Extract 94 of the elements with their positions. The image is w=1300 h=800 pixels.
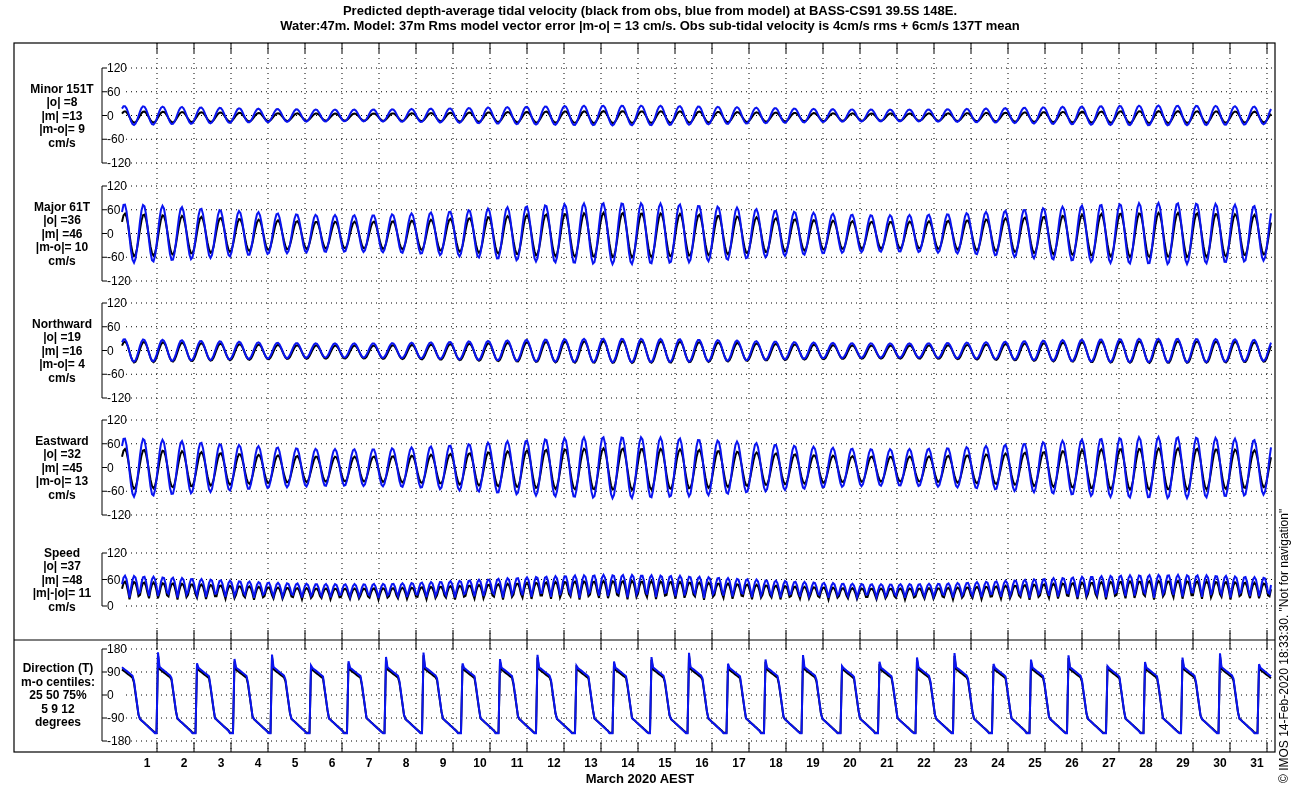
panel-label: Major 61T [34,199,90,214]
x-axis-tick-label: 2 [180,756,188,770]
x-axis-tick-label: 30 [1213,756,1227,770]
axis-tick-label: -120 [107,156,132,170]
x-axis-title: March 2020 AEST [585,771,695,786]
axis-tick-label: 0 [107,343,114,358]
x-axis-tick-label: 18 [769,756,783,770]
axis-tick-label: -120 [107,508,132,522]
axis-tick-label: 60 [107,436,121,451]
axis-tick-label: 180 [107,642,128,656]
chart-title: Predicted depth-average tidal velocity (black from obs, blue from model) at BASS-CS91 39.5S 148E. [342,3,958,18]
x-axis-tick-label: 17 [732,756,746,770]
panel-label: degrees [35,715,81,729]
axis-tick-label: -60 [107,484,125,499]
x-axis-tick-label: 7 [365,756,373,770]
x-axis-tick-label: 8 [402,756,410,770]
panel-label: |m-o|= 13 [35,474,89,488]
panel-label: |o| =8 [46,95,78,109]
x-axis-tick-label: 20 [843,756,857,770]
x-axis-tick-label: 12 [547,756,561,770]
panel-label: |m-o|= 10 [35,240,89,254]
x-axis-tick-label: 29 [1176,756,1190,770]
panel-label: m-o centiles: [21,674,95,689]
x-axis-tick-label: 10 [473,756,487,770]
panel-label: cm/s [48,370,76,385]
panel-label: |m-o|= 4 [39,357,85,371]
x-axis-tick-label: 31 [1250,756,1264,770]
x-axis-tick-label: 15 [658,756,672,770]
axis-tick-label: 0 [107,108,114,123]
axis-tick-label: 60 [107,319,121,334]
x-axis-tick-label: 22 [917,756,931,770]
axis-tick-label: -90 [107,711,125,725]
x-axis-tick-label: 19 [806,756,820,770]
axis-tick-label: -180 [107,734,132,748]
axis-tick-label: 120 [107,413,128,427]
axis-tick-label: -60 [107,367,125,382]
x-axis-tick-label: 24 [991,756,1005,770]
panel-label: |m| =16 [41,343,83,358]
panel-label: |m| =13 [41,108,83,123]
panel-label: Direction (T) [22,661,94,675]
panel-label: cm/s [48,487,76,502]
x-axis-tick-label: 6 [328,756,336,770]
panel-label: Eastward [35,433,89,448]
chart-subtitle: Water:47m. Model: 37m Rms model vector error |m-o| = 13 cm/s. Obs sub-tidal velocity is 4cm/s rms + 6cm/s 137T mean [280,18,1020,33]
axis-tick-label: 60 [107,572,121,587]
panel-label: Northward [32,316,92,331]
panel-label: 25 50 75% [29,688,87,702]
x-axis-tick-label: 25 [1028,756,1042,770]
axis-tick-label: 120 [107,61,128,75]
axis-tick-label: -60 [107,132,125,147]
panel-label: |m| =45 [41,460,83,475]
panel-label: |m| =46 [41,226,83,241]
axis-tick-label: 60 [107,84,121,99]
axis-tick-label: 120 [107,179,128,193]
axis-tick-label: 0 [107,688,114,702]
footer-note: © IMOS 14-Feb-2020 18:33:30. "Not for navigation" [1277,508,1291,783]
axis-tick-label: 120 [107,296,128,310]
x-axis-tick-label: 4 [254,756,262,770]
panel-label: cm/s [48,135,76,150]
x-axis-tick-label: 3 [217,756,225,770]
axis-tick-label: 0 [107,460,114,475]
x-axis-tick-label: 14 [621,756,635,770]
x-axis-tick-label: 23 [954,756,968,770]
axis-tick-label: 0 [107,226,114,241]
panel-label: |o| =36 [43,213,81,227]
panel-label: cm/s [48,253,76,268]
x-axis-tick-label: 1 [143,756,151,770]
panel-label: |m| =48 [41,572,83,587]
x-axis-tick-label: 5 [291,756,299,770]
axis-tick-label: -60 [107,250,125,265]
panel-label: 5 9 12 [41,701,75,716]
panel-label: |o| =19 [43,330,81,344]
x-axis-tick-label: 16 [695,756,709,770]
x-axis-tick-label: 9 [439,756,447,770]
y-axis [101,552,108,607]
panel-label: |m-o|= 9 [39,122,85,136]
panel-label: |o| =37 [43,559,81,573]
panel-label: cm/s [48,599,76,614]
axis-tick-label: -120 [107,274,132,288]
axis-tick-label: -120 [107,391,132,405]
axis-tick-label: 90 [107,665,121,679]
axis-tick-label: 120 [107,546,128,560]
x-axis-tick-label: 13 [584,756,598,770]
x-axis-tick-label: 11 [510,756,524,770]
axis-tick-label: 60 [107,202,121,217]
panel-label: |o| =32 [43,447,81,461]
axis-tick-label: 0 [107,599,114,613]
panel-label: |m|-|o|= 11 [32,586,92,600]
x-axis-tick-label: 28 [1139,756,1153,770]
x-axis-tick-label: 27 [1102,756,1116,770]
panel-label: Speed [44,545,80,560]
x-axis-tick-label: 21 [880,756,894,770]
panel-label: Minor 151T [30,81,94,96]
x-axis-tick-label: 26 [1065,756,1079,770]
